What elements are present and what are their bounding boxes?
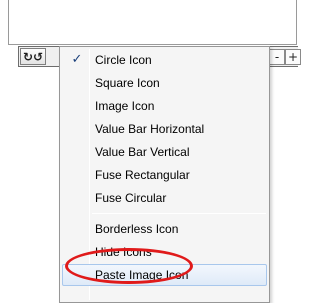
menu-item-label: Fuse Rectangular	[95, 168, 190, 182]
menu-item-label: Circle Icon	[95, 53, 152, 67]
zoom-out-button[interactable]: -	[269, 49, 285, 65]
menu-item-fuse-circular[interactable]: Fuse Circular	[62, 187, 267, 209]
menu-item-label: Value Bar Vertical	[95, 145, 190, 159]
menu-item-borderless-icon[interactable]: Borderless Icon	[62, 218, 267, 240]
menu-item-label: Image Icon	[95, 99, 155, 113]
minus-icon: -	[274, 50, 280, 64]
menu-item-label: Hide Icons	[95, 245, 152, 259]
menu-item-image-icon[interactable]: Image Icon	[62, 95, 267, 117]
plus-icon: +	[287, 50, 299, 64]
menu-item-circle-icon[interactable]: ✓ Circle Icon	[62, 49, 267, 71]
menu-item-hide-icons[interactable]: Hide Icons	[62, 241, 267, 263]
menu-item-value-bar-horizontal[interactable]: Value Bar Horizontal	[62, 118, 267, 140]
menu-item-label: Square Icon	[95, 76, 160, 90]
zoom-in-button[interactable]: +	[285, 49, 301, 65]
panel-border-left	[8, 0, 9, 44]
menu-item-fuse-rectangular[interactable]: Fuse Rectangular	[62, 164, 267, 186]
panel-border-right	[296, 0, 297, 44]
menu-item-label: Value Bar Horizontal	[95, 122, 205, 136]
refresh-button[interactable]: ↻↺	[20, 48, 46, 65]
menu-item-label: Fuse Circular	[95, 191, 167, 205]
menu-item-square-icon[interactable]: Square Icon	[62, 72, 267, 94]
panel-border-bottom	[8, 44, 297, 45]
checkmark-icon: ✓	[71, 52, 83, 67]
menu-item-paste-image-icon[interactable]: Paste Image Icon	[62, 264, 267, 286]
context-menu: ✓ Circle Icon Square Icon Image Icon Val…	[59, 46, 270, 303]
menu-separator	[92, 213, 266, 214]
menu-item-label: Borderless Icon	[95, 222, 179, 236]
refresh-icon: ↻↺	[22, 49, 44, 64]
menu-item-label: Paste Image Icon	[95, 268, 189, 282]
menu-item-value-bar-vertical[interactable]: Value Bar Vertical	[62, 141, 267, 163]
